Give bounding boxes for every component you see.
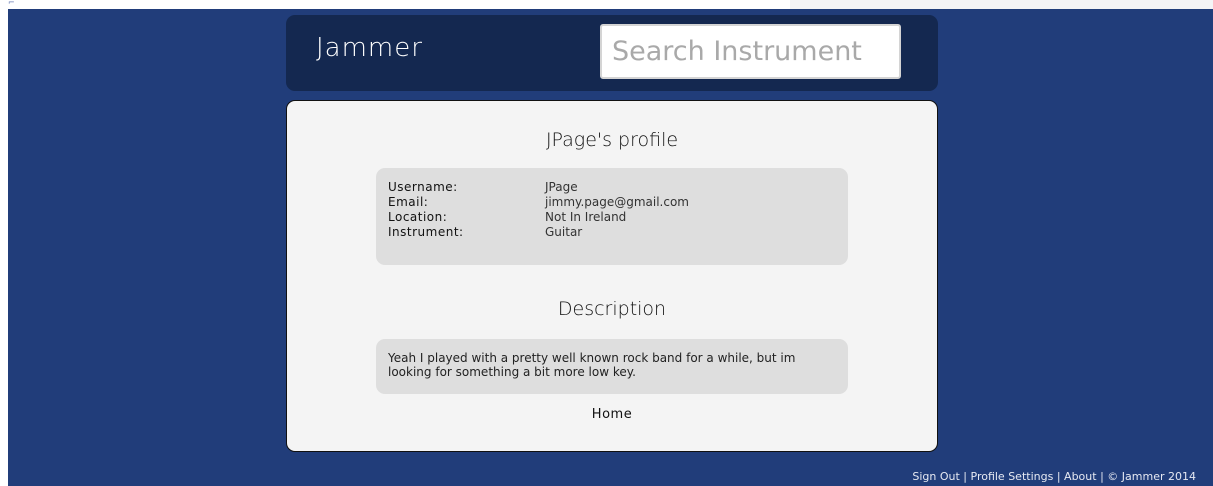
location-label: Location: bbox=[388, 210, 448, 224]
location-value: Not In Ireland bbox=[545, 210, 627, 224]
home-link[interactable]: Home bbox=[287, 407, 937, 422]
about-link[interactable]: About bbox=[1064, 470, 1097, 483]
username-value: JPage bbox=[545, 180, 578, 194]
footer-separator: | bbox=[963, 470, 967, 483]
instrument-value: Guitar bbox=[545, 225, 583, 239]
description-title: Description bbox=[557, 298, 667, 320]
description-box: Yeah I played with a pretty well known r… bbox=[376, 339, 848, 394]
profile-info-box: Username: JPage Email: jimmy.page@gmail.… bbox=[376, 168, 848, 265]
profile-title: JPage's profile bbox=[545, 129, 679, 151]
brand-logo[interactable]: Jammer bbox=[316, 33, 423, 63]
email-label: Email: bbox=[388, 195, 429, 209]
sign-out-link[interactable]: Sign Out bbox=[912, 470, 959, 483]
username-label: Username: bbox=[388, 180, 458, 194]
email-value: jimmy.page@gmail.com bbox=[545, 195, 689, 209]
top-strip: ⌐ bbox=[0, 0, 1213, 9]
instrument-label: Instrument: bbox=[388, 225, 464, 239]
top-right-block bbox=[790, 0, 1213, 9]
search-input[interactable] bbox=[600, 24, 901, 79]
description-text: Yeah I played with a pretty well known r… bbox=[388, 351, 796, 379]
footer-separator: | bbox=[1100, 470, 1104, 483]
profile-card: JPage's profile Username: JPage Email: j… bbox=[286, 100, 938, 452]
footer: Sign Out | Profile Settings | About | © … bbox=[912, 470, 1196, 483]
copyright-text: © Jammer 2014 bbox=[1107, 470, 1196, 483]
profile-settings-link[interactable]: Profile Settings bbox=[971, 470, 1054, 483]
header-bar: Jammer bbox=[286, 15, 938, 91]
broken-image-icon: ⌐ bbox=[8, 0, 15, 6]
footer-separator: | bbox=[1056, 470, 1061, 483]
